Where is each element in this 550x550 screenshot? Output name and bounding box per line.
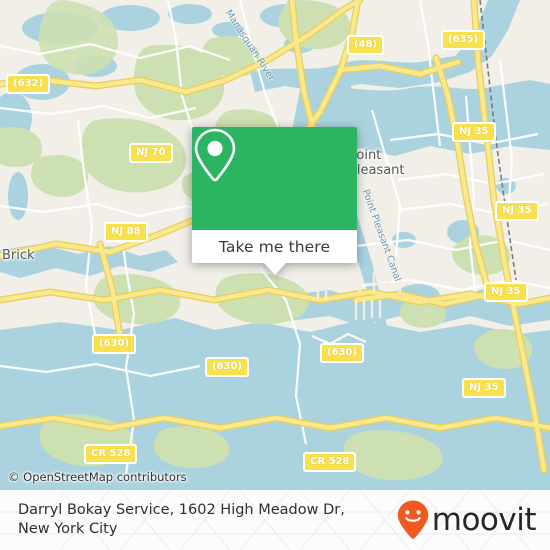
moovit-pin-icon xyxy=(397,500,428,539)
road-shield-630-b[interactable]: (630) xyxy=(205,357,250,377)
map-canvas[interactable]: Brick Point Pleasant Manasquan River Poi… xyxy=(0,0,550,490)
road-shield-632[interactable]: (632) xyxy=(6,74,51,94)
screenshot-root: Brick Point Pleasant Manasquan River Poi… xyxy=(0,0,550,550)
osm-attribution[interactable]: © OpenStreetMap contributors xyxy=(8,470,187,484)
road-shield-cr528-b[interactable]: CR 528 xyxy=(303,452,357,472)
road-shield-630-a[interactable]: (630) xyxy=(92,334,137,354)
callout-pointer-tail xyxy=(263,263,286,275)
road-shield-630-c[interactable]: (630) xyxy=(320,343,365,363)
road-shield-nj70[interactable]: NJ 70 xyxy=(129,143,173,163)
footer-content: Darryl Bokay Service, 1602 High Meadow D… xyxy=(0,490,550,550)
road-shield-48[interactable]: (48) xyxy=(347,35,385,55)
moovit-logo[interactable]: moovit xyxy=(396,499,537,541)
road-shield-635[interactable]: (635) xyxy=(441,30,486,50)
callout-action[interactable]: Take me there xyxy=(192,230,357,263)
footer-bar: Darryl Bokay Service, 1602 High Meadow D… xyxy=(0,490,550,550)
road-shield-nj35-a[interactable]: NJ 35 xyxy=(452,122,496,142)
callout-action-label: Take me there xyxy=(218,237,331,256)
callout-header xyxy=(192,127,357,230)
location-pin-icon xyxy=(194,128,236,182)
road-shield-nj35-d[interactable]: NJ 35 xyxy=(462,378,506,398)
road-shield-nj35-b[interactable]: NJ 35 xyxy=(495,201,539,221)
road-shield-cr528-a[interactable]: CR 528 xyxy=(84,444,138,464)
road-shield-nj88[interactable]: NJ 88 xyxy=(104,222,148,242)
moovit-wordmark: moovit xyxy=(431,501,537,538)
location-title: Darryl Bokay Service, 1602 High Meadow D… xyxy=(18,502,345,537)
destination-callout-card[interactable]: Take me there xyxy=(192,127,357,275)
road-shield-nj35-c[interactable]: NJ 35 xyxy=(484,282,528,302)
